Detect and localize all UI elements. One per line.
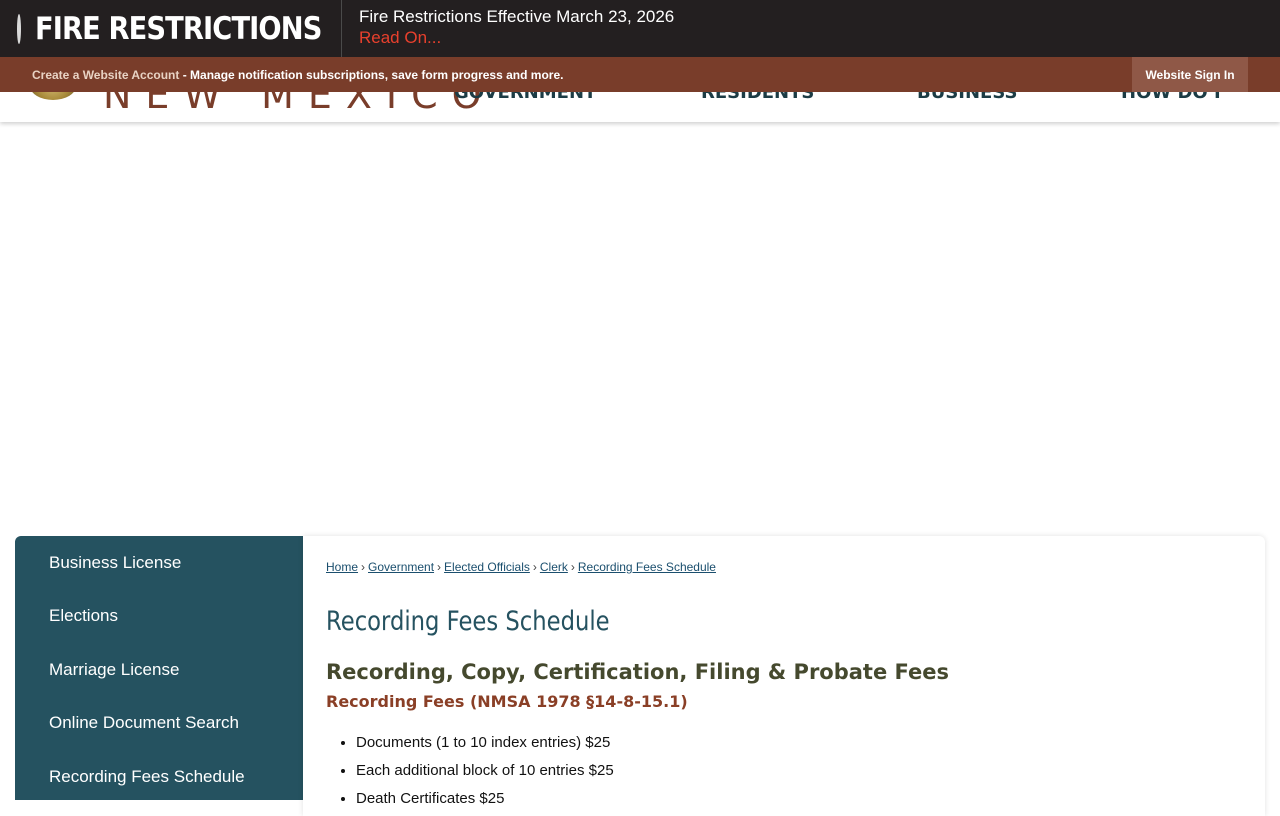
alert-message: Fire Restrictions Effective March 23, 20… — [359, 7, 675, 26]
nav-business[interactable]: BUSINESS — [917, 92, 1017, 103]
alert-message-area: Fire Restrictions Effective March 23, 20… — [342, 0, 674, 57]
alert-title-area: FIRE RESTRICTIONS — [0, 0, 342, 57]
alert-read-on-link[interactable]: Read On... — [359, 27, 441, 49]
sidebar-item-recording-fees-schedule[interactable]: Recording Fees Schedule — [49, 767, 245, 787]
account-description: - Manage notification subscriptions, sav… — [179, 68, 564, 82]
breadcrumb-separator: › — [361, 560, 366, 574]
website-sign-in-button[interactable]: Website Sign In — [1132, 57, 1248, 92]
fee-list: Documents (1 to 10 index entries) $25 Ea… — [326, 729, 614, 813]
county-seal-icon[interactable] — [30, 92, 76, 100]
list-item: Documents (1 to 10 index entries) $25 — [356, 729, 614, 757]
site-header: NEW MEXICO GOVERNMENT RESIDENTS BUSINESS… — [0, 92, 1280, 122]
alert-title: FIRE RESTRICTIONS — [35, 10, 322, 47]
breadcrumb: Home › Government › Elected Officials › Clerk ›… — [326, 560, 716, 574]
section-subheading: Recording Fees (NMSA 1978 §14-8-15.1) — [326, 692, 688, 711]
nav-residents[interactable]: RESIDENTS — [701, 92, 814, 103]
nav-government[interactable]: GOVERNMENT — [454, 92, 596, 103]
breadcrumb-recording-fees-schedule[interactable]: Recording Fees Schedule — [578, 560, 716, 574]
page-title: Recording Fees Schedule — [326, 606, 610, 637]
breadcrumb-home[interactable]: Home — [326, 560, 358, 574]
account-bar: Create a Website Account - Manage notifi… — [0, 57, 1280, 92]
breadcrumb-clerk[interactable]: Clerk — [540, 560, 568, 574]
create-account-link[interactable]: Create a Website Account — [32, 68, 179, 82]
sidebar-nav: Business License Elections Marriage Lice… — [15, 536, 303, 800]
account-text: Create a Website Account - Manage notifi… — [32, 68, 563, 82]
list-item: Death Certificates $25 — [356, 785, 614, 813]
breadcrumb-separator: › — [570, 560, 575, 574]
list-item: Each additional block of 10 entries $25 — [356, 757, 614, 785]
breadcrumb-elected-officials[interactable]: Elected Officials — [444, 560, 530, 574]
nav-how-do-i[interactable]: HOW DO I — [1121, 92, 1221, 103]
section-heading: Recording, Copy, Certification, Filing &… — [326, 660, 950, 684]
breadcrumb-separator: › — [437, 560, 442, 574]
content-card: Home › Government › Elected Officials › Clerk ›… — [303, 536, 1265, 816]
sidebar-item-business-license[interactable]: Business License — [49, 553, 181, 573]
sidebar-item-online-document-search[interactable]: Online Document Search — [49, 713, 239, 733]
breadcrumb-government[interactable]: Government — [368, 560, 434, 574]
breadcrumb-separator: › — [532, 560, 537, 574]
site-logo-text[interactable]: NEW MEXICO — [103, 92, 496, 117]
alert-banner: FIRE RESTRICTIONS Fire Restrictions Effe… — [0, 0, 1280, 57]
alert-red-dot-icon — [17, 13, 21, 44]
sidebar-item-marriage-license[interactable]: Marriage License — [49, 660, 179, 680]
sidebar-item-elections[interactable]: Elections — [49, 606, 118, 626]
